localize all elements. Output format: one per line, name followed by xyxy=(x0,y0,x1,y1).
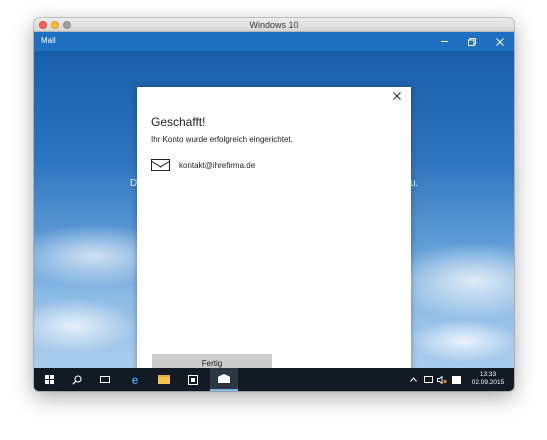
mail-taskbar-button[interactable] xyxy=(210,368,238,391)
network-icon xyxy=(424,376,433,383)
close-icon xyxy=(496,37,504,46)
app-title: Mail xyxy=(41,36,56,45)
file-explorer-button[interactable] xyxy=(153,368,175,391)
search-icon xyxy=(72,374,82,385)
network-button[interactable] xyxy=(424,368,434,391)
message-icon xyxy=(452,375,461,384)
action-center-button[interactable] xyxy=(452,368,461,391)
dialog-subtitle: Ihr Konto wurde erfolgreich eingerichtet… xyxy=(151,135,293,144)
envelope-icon xyxy=(151,159,170,171)
windows-logo-icon xyxy=(44,375,54,384)
minimize-icon xyxy=(440,41,448,42)
mac-window: Windows 10 Mail D u. Geschafft! Ihr Kont… xyxy=(34,18,514,391)
store-icon xyxy=(188,374,198,385)
edge-icon: e xyxy=(131,372,139,387)
task-view-button[interactable] xyxy=(94,368,116,391)
mac-title-bar: Windows 10 xyxy=(34,18,514,32)
mail-icon xyxy=(218,374,230,383)
account-setup-dialog: Geschafft! Ihr Konto wurde erfolgreich e… xyxy=(137,87,411,380)
start-button[interactable] xyxy=(38,368,60,391)
mac-window-title: Windows 10 xyxy=(249,20,299,30)
background-text-right: u. xyxy=(410,178,419,189)
restore-button[interactable] xyxy=(462,34,482,49)
taskbar: e 13:33 02.09.2015 xyxy=(34,368,514,391)
clock-date: 02.09.2015 xyxy=(471,379,505,386)
clock-time: 13:33 xyxy=(479,371,497,378)
dialog-title: Geschafft! xyxy=(151,115,206,129)
restore-icon xyxy=(468,37,476,46)
mail-background: D u. Geschafft! Ihr Konto wurde erfolgre… xyxy=(34,51,514,380)
taskbar-clock[interactable]: 13:33 02.09.2015 xyxy=(471,371,505,387)
volume-button[interactable] xyxy=(437,368,447,391)
minimize-button[interactable] xyxy=(434,34,454,49)
dialog-close-button[interactable] xyxy=(392,92,402,102)
folder-icon xyxy=(158,375,170,384)
search-button[interactable] xyxy=(66,368,88,391)
close-icon xyxy=(393,92,401,100)
close-button[interactable] xyxy=(490,34,510,49)
store-button[interactable] xyxy=(182,368,204,391)
account-row: kontakt@ihrefirma.de xyxy=(151,159,255,171)
app-title-bar: Mail xyxy=(34,32,514,51)
edge-button[interactable]: e xyxy=(124,368,146,391)
account-email: kontakt@ihrefirma.de xyxy=(179,160,256,170)
volume-icon xyxy=(437,375,447,384)
chevron-up-icon xyxy=(410,377,417,382)
show-hidden-icons-button[interactable] xyxy=(410,368,417,391)
task-view-icon xyxy=(100,376,110,383)
